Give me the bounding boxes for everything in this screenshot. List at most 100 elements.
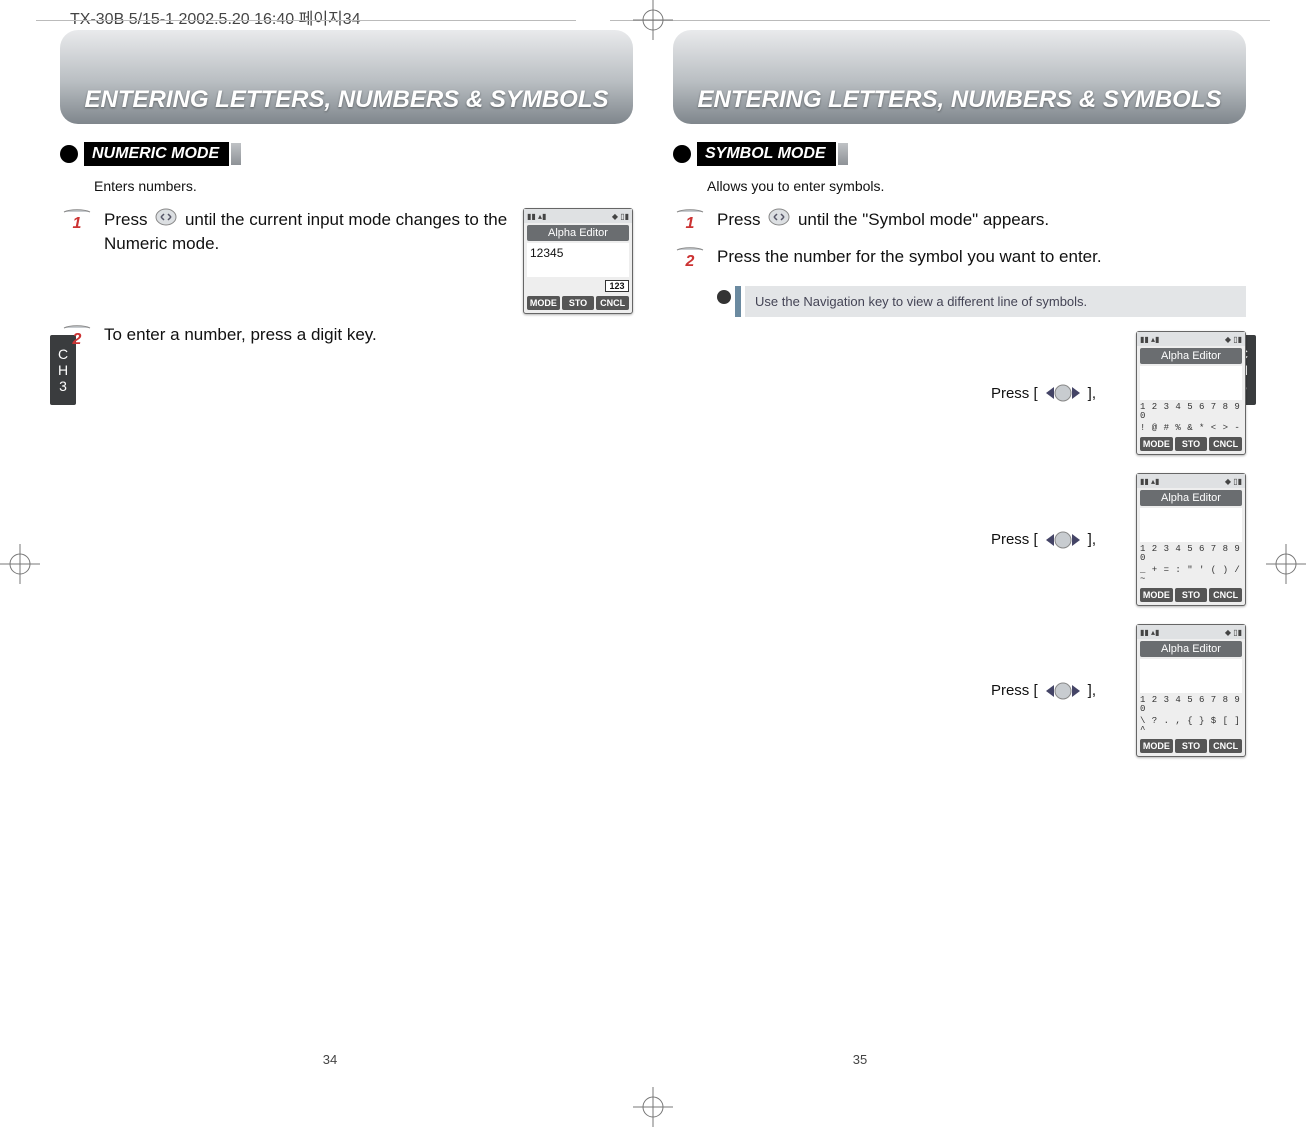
status-bar: ▮▮ ▴▮◆ ▯▮ [524, 209, 632, 223]
step-2: 2 To enter a number, press a digit key. [60, 324, 633, 352]
screen-title: Alpha Editor [1140, 490, 1242, 506]
screen-body [1140, 366, 1242, 400]
press-label-pre: Press [ [991, 385, 1038, 402]
screen-body [1140, 659, 1242, 693]
registration-mark-left [0, 544, 40, 584]
note-box: Use the Navigation key to view a differe… [717, 286, 1246, 317]
section-subtext: Allows you to enter symbols. [707, 178, 1246, 194]
nav-left-right-icon [1044, 381, 1082, 405]
step-1-text: Press until the "Symbol mode" appears. [717, 208, 1246, 233]
press-label-pre: Press [ [991, 682, 1038, 699]
page-number-left: 34 [310, 1052, 350, 1067]
svg-text:2: 2 [72, 331, 82, 348]
section-label: SYMBOL MODE [697, 142, 836, 166]
softkey-mode: MODE [1140, 739, 1173, 753]
section-tail [231, 143, 241, 165]
sheet: TX-30B 5/15-1 2002.5.20 16:40 페이지34 C H … [0, 0, 1306, 1127]
press-label: Press [ ], [991, 381, 1096, 405]
screen-body: 12345 [527, 243, 629, 277]
press-label-post: ], [1088, 385, 1096, 402]
softkey-cncl: CNCL [1209, 739, 1242, 753]
page-title-banner: ENTERING LETTERS, NUMBERS & SYMBOLS [673, 30, 1246, 124]
status-bar: ▮▮ ▴▮◆ ▯▮ [1137, 625, 1245, 639]
softkey-sto: STO [1175, 588, 1208, 602]
step-number-1-icon: 1 [673, 208, 707, 236]
step-1: 1 Press until the current input mode cha… [60, 208, 633, 314]
rule-line [610, 20, 1270, 21]
status-bar: ▮▮ ▴▮◆ ▯▮ [1137, 332, 1245, 346]
softkey-sto: STO [1175, 437, 1208, 451]
section-header: SYMBOL MODE [673, 142, 848, 166]
press-row-1: Press [ ], ▮▮ ▴▮◆ ▯▮ Alpha Editor 1 2 3 … [673, 331, 1246, 455]
screen-symbol-row: ! @ # % & * < > - [1140, 424, 1242, 433]
softkey-mode: MODE [527, 296, 560, 310]
phone-screen: ▮▮ ▴▮◆ ▯▮ Alpha Editor 12345 123 MODE ST… [523, 208, 633, 314]
svg-text:2: 2 [685, 253, 695, 270]
phone-screen: ▮▮ ▴▮◆ ▯▮ Alpha Editor 1 2 3 4 5 6 7 8 9… [1136, 624, 1246, 757]
step-number-2-icon: 2 [673, 246, 707, 274]
nav-left-right-icon [1044, 679, 1082, 703]
softkey-mode: MODE [1140, 437, 1173, 451]
step-1-post: until the "Symbol mode" appears. [798, 210, 1049, 229]
press-row-3: Press [ ], ▮▮ ▴▮◆ ▯▮ Alpha Editor 1 2 3 … [673, 624, 1246, 757]
page-title-banner: ENTERING LETTERS, NUMBERS & SYMBOLS [60, 30, 633, 124]
screen-number-row: 1 2 3 4 5 6 7 8 9 0 [1140, 696, 1242, 714]
press-row-2: Press [ ], ▮▮ ▴▮◆ ▯▮ Alpha Editor 1 2 3 … [673, 473, 1246, 606]
registration-mark-right [1266, 544, 1306, 584]
step-2-text: Press the number for the symbol you want… [717, 246, 1246, 269]
screen-number-row: 1 2 3 4 5 6 7 8 9 0 [1140, 545, 1242, 563]
nav-left-right-icon [1044, 528, 1082, 552]
step-number-2-icon: 2 [60, 324, 94, 352]
bullet-icon [60, 145, 78, 163]
softkeys: MODE STO CNCL [527, 296, 629, 310]
step-1: 1 Press until the "Symbol mode" appears. [673, 208, 1246, 236]
softkey-sto: STO [562, 296, 595, 310]
press-label-post: ], [1088, 682, 1096, 699]
screen-symbol-row: \ ? . , { } $ [ ] ^ [1140, 717, 1242, 735]
phone-screen: ▮▮ ▴▮◆ ▯▮ Alpha Editor 1 2 3 4 5 6 7 8 9… [1136, 331, 1246, 455]
nav-key-icon [768, 208, 790, 233]
section-tail [838, 143, 848, 165]
screen-number-row: 1 2 3 4 5 6 7 8 9 0 [1140, 403, 1242, 421]
page-right: ENTERING LETTERS, NUMBERS & SYMBOLS SYMB… [673, 30, 1246, 1037]
note-dot-icon [717, 290, 731, 304]
softkey-mode: MODE [1140, 588, 1173, 602]
softkey-cncl: CNCL [596, 296, 629, 310]
section-label: NUMERIC MODE [84, 142, 229, 166]
step-1-text: Press until the current input mode chang… [104, 208, 513, 256]
step-2-text: To enter a number, press a digit key. [104, 324, 633, 347]
screen-title: Alpha Editor [1140, 641, 1242, 657]
input-mode-badge: 123 [605, 280, 629, 292]
press-label: Press [ ], [991, 528, 1096, 552]
step-1-pre: Press [104, 210, 147, 229]
softkey-cncl: CNCL [1209, 437, 1242, 451]
screen-symbol-row: _ + = : " ' ( ) / ~ [1140, 566, 1242, 584]
section-subtext: Enters numbers. [94, 178, 633, 194]
step-1-pre: Press [717, 210, 760, 229]
note-text: Use the Navigation key to view a differe… [745, 286, 1246, 317]
section-header: NUMERIC MODE [60, 142, 241, 166]
step-number-1-icon: 1 [60, 208, 94, 236]
softkeys: MODE STO CNCL [1140, 437, 1242, 451]
press-label-post: ], [1088, 531, 1096, 548]
rule-line [36, 20, 576, 21]
note-bar [735, 286, 741, 317]
press-label-pre: Press [ [991, 531, 1038, 548]
page-number-right: 35 [840, 1052, 880, 1067]
bullet-icon [673, 145, 691, 163]
softkey-sto: STO [1175, 739, 1208, 753]
nav-key-icon [155, 208, 177, 233]
phone-screen: ▮▮ ▴▮◆ ▯▮ Alpha Editor 1 2 3 4 5 6 7 8 9… [1136, 473, 1246, 606]
softkeys: MODE STO CNCL [1140, 739, 1242, 753]
screen-title: Alpha Editor [527, 225, 629, 241]
press-label: Press [ ], [991, 679, 1096, 703]
page-spread: ENTERING LETTERS, NUMBERS & SYMBOLS NUME… [60, 30, 1246, 1037]
step-2: 2 Press the number for the symbol you wa… [673, 246, 1246, 274]
softkey-cncl: CNCL [1209, 588, 1242, 602]
softkeys: MODE STO CNCL [1140, 588, 1242, 602]
page-left: ENTERING LETTERS, NUMBERS & SYMBOLS NUME… [60, 30, 633, 1037]
registration-mark-bottom [633, 1087, 673, 1127]
screen-body [1140, 508, 1242, 542]
status-bar: ▮▮ ▴▮◆ ▯▮ [1137, 474, 1245, 488]
screen-title: Alpha Editor [1140, 348, 1242, 364]
